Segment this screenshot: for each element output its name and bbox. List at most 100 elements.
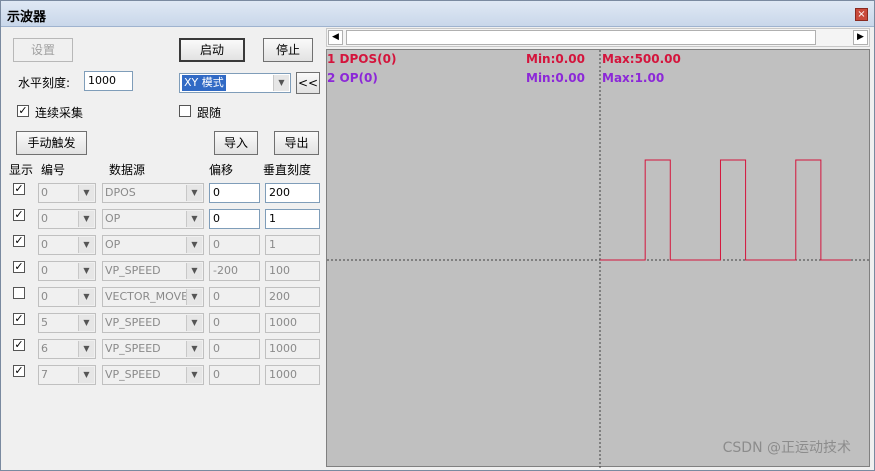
settings-button[interactable]: 设置 <box>13 38 73 62</box>
row-offset-input[interactable]: 0 <box>209 365 260 385</box>
mode-select[interactable]: XY 模式 ▼ <box>179 73 291 93</box>
row-offset-input[interactable]: 0 <box>209 313 260 333</box>
row-vscale-input[interactable]: 1000 <box>265 365 320 385</box>
row-number-select[interactable]: 0 ▼ <box>38 183 96 203</box>
row-number-value: 6 <box>41 342 48 355</box>
legend-1-name: 1 DPOS(0) <box>327 52 397 66</box>
row-number-select[interactable]: 0 ▼ <box>38 235 96 255</box>
oscilloscope-window: 示波器 × 设置 启动 停止 水平刻度: 1000 XY 模式 ▼ << ✓ 连… <box>0 0 875 471</box>
row-source-select[interactable]: DPOS ▼ <box>102 183 204 203</box>
scroll-left-icon[interactable]: ◀ <box>328 30 343 45</box>
chevron-down-icon[interactable]: ▼ <box>186 315 202 331</box>
scope-canvas <box>327 50 871 468</box>
row-visible-checkbox[interactable]: ✓ <box>13 313 25 325</box>
chevron-down-icon[interactable]: ▼ <box>78 341 94 357</box>
chevron-down-icon[interactable]: ▼ <box>186 211 202 227</box>
row-source-select[interactable]: VP_SPEED ▼ <box>102 261 204 281</box>
header-show: 显示 <box>9 163 34 177</box>
row-source-select[interactable]: VP_SPEED ▼ <box>102 313 204 333</box>
row-number-value: 0 <box>41 290 48 303</box>
row-source-value: OP <box>105 212 121 225</box>
title-bar[interactable]: 示波器 × <box>1 1 874 27</box>
row-offset-input[interactable]: 0 <box>209 235 260 255</box>
import-button[interactable]: 导入 <box>214 131 258 155</box>
row-vscale-input[interactable]: 200 <box>265 287 320 307</box>
header-number: 编号 <box>41 163 66 177</box>
legend-2-max: Max:1.00 <box>602 71 665 85</box>
scope-display[interactable]: 1 DPOS(0) Min:0.00 Max:500.00 2 OP(0) Mi… <box>326 49 871 468</box>
chevron-down-icon[interactable]: ▼ <box>78 263 94 279</box>
row-number-select[interactable]: 7 ▼ <box>38 365 96 385</box>
row-vscale-input[interactable]: 1000 <box>265 313 320 333</box>
row-visible-checkbox[interactable]: ✓ <box>13 209 25 221</box>
chevron-down-icon[interactable]: ▼ <box>78 237 94 253</box>
row-source-select[interactable]: VECTOR_MOVED ▼ <box>102 287 204 307</box>
manual-trigger-button[interactable]: 手动触发 <box>16 131 87 155</box>
follow-checkbox[interactable] <box>179 105 191 117</box>
chevron-down-icon[interactable]: ▼ <box>273 75 289 91</box>
row-visible-checkbox[interactable]: ✓ <box>13 183 25 195</box>
export-button[interactable]: 导出 <box>274 131 319 155</box>
row-offset-input[interactable]: 0 <box>209 183 260 203</box>
row-number-value: 5 <box>41 316 48 329</box>
row-vscale-input[interactable]: 1 <box>265 235 320 255</box>
row-source-select[interactable]: VP_SPEED ▼ <box>102 339 204 359</box>
stop-button[interactable]: 停止 <box>263 38 313 62</box>
chevron-down-icon[interactable]: ▼ <box>186 341 202 357</box>
chevron-down-icon[interactable]: ▼ <box>78 289 94 305</box>
window-title: 示波器 <box>7 10 47 25</box>
row-number-select[interactable]: 0 ▼ <box>38 261 96 281</box>
continuous-checkbox[interactable]: ✓ <box>17 105 29 117</box>
chevron-down-icon[interactable]: ▼ <box>186 263 202 279</box>
row-number-value: 0 <box>41 212 48 225</box>
row-source-select[interactable]: OP ▼ <box>102 209 204 229</box>
chevron-down-icon[interactable]: ▼ <box>78 367 94 383</box>
scroll-right-icon[interactable]: ▶ <box>853 30 868 45</box>
row-visible-checkbox[interactable]: ✓ <box>13 235 25 247</box>
row-vscale-input[interactable]: 200 <box>265 183 320 203</box>
row-number-select[interactable]: 0 ▼ <box>38 287 96 307</box>
row-offset-input[interactable]: 0 <box>209 287 260 307</box>
mode-select-value: XY 模式 <box>182 75 226 91</box>
row-vscale-input[interactable]: 1 <box>265 209 320 229</box>
chevron-down-icon[interactable]: ▼ <box>186 185 202 201</box>
chevron-down-icon[interactable]: ▼ <box>78 185 94 201</box>
start-button[interactable]: 启动 <box>179 38 245 62</box>
h-scale-label: 水平刻度: <box>18 76 71 90</box>
legend-1-max: Max:500.00 <box>602 52 681 66</box>
row-source-select[interactable]: OP ▼ <box>102 235 204 255</box>
chevron-down-icon[interactable]: ▼ <box>186 367 202 383</box>
row-vscale-input[interactable]: 100 <box>265 261 320 281</box>
close-icon[interactable]: × <box>855 8 868 21</box>
chevron-down-icon[interactable]: ▼ <box>186 237 202 253</box>
chevron-down-icon[interactable]: ▼ <box>78 211 94 227</box>
h-scale-input[interactable]: 1000 <box>84 71 133 91</box>
row-number-value: 7 <box>41 368 48 381</box>
header-offset: 偏移 <box>209 163 234 177</box>
row-vscale-input[interactable]: 1000 <box>265 339 320 359</box>
row-source-value: VECTOR_MOVED <box>105 290 197 303</box>
row-visible-checkbox[interactable] <box>13 287 25 299</box>
scroll-thumb[interactable] <box>346 30 816 45</box>
row-source-select[interactable]: VP_SPEED ▼ <box>102 365 204 385</box>
chevron-down-icon[interactable]: ▼ <box>186 289 202 305</box>
collapse-button[interactable]: << <box>296 72 320 94</box>
row-offset-input[interactable]: 0 <box>209 339 260 359</box>
watermark: CSDN @正运动技术 <box>722 440 851 456</box>
row-visible-checkbox[interactable]: ✓ <box>13 365 25 377</box>
row-visible-checkbox[interactable]: ✓ <box>13 339 25 351</box>
row-offset-input[interactable]: 0 <box>209 209 260 229</box>
row-source-value: VP_SPEED <box>105 316 161 329</box>
row-number-select[interactable]: 0 ▼ <box>38 209 96 229</box>
continuous-label: 连续采集 <box>35 106 84 120</box>
chevron-down-icon[interactable]: ▼ <box>78 315 94 331</box>
row-visible-checkbox[interactable]: ✓ <box>13 261 25 273</box>
row-source-value: OP <box>105 238 121 251</box>
header-source: 数据源 <box>109 163 146 177</box>
horizontal-scrollbar[interactable]: ◀ ▶ <box>326 28 870 47</box>
row-number-select[interactable]: 5 ▼ <box>38 313 96 333</box>
legend-2-min: Min:0.00 <box>526 71 586 85</box>
row-offset-input[interactable]: -200 <box>209 261 260 281</box>
row-source-value: VP_SPEED <box>105 342 161 355</box>
row-number-select[interactable]: 6 ▼ <box>38 339 96 359</box>
